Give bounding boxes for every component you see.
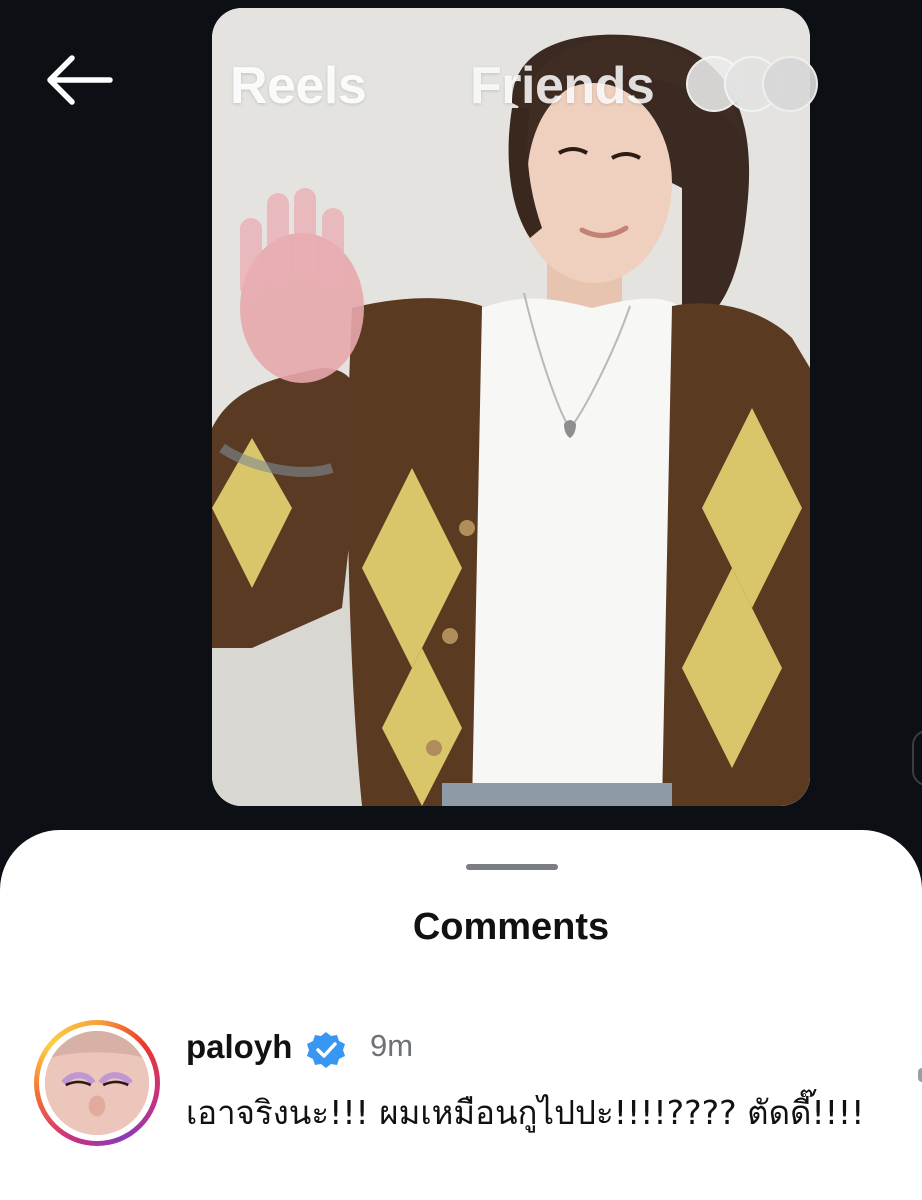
avatar-photo bbox=[45, 1031, 149, 1135]
reel-thumbnail-image bbox=[212, 8, 810, 806]
verified-badge-icon bbox=[307, 1032, 345, 1068]
comments-sheet: Comments paloyh 9m เอาจริงนะ!!! ผมเหมือน… bbox=[0, 830, 922, 1200]
reel-video[interactable] bbox=[212, 8, 810, 806]
arrow-left-icon bbox=[47, 55, 113, 105]
sheet-grabber[interactable] bbox=[466, 864, 558, 870]
tab-friends[interactable]: Friends bbox=[470, 56, 655, 116]
next-reel-peek bbox=[912, 730, 922, 786]
friend-avatars[interactable] bbox=[686, 56, 836, 112]
comment-time: 9m bbox=[370, 1028, 414, 1063]
back-button[interactable] bbox=[40, 50, 120, 114]
comment-username[interactable]: paloyh bbox=[186, 1028, 292, 1066]
tab-reels[interactable]: Reels bbox=[230, 56, 367, 116]
sheet-title: Comments bbox=[412, 906, 610, 948]
like-button-peek[interactable] bbox=[918, 1068, 922, 1082]
commenter-avatar[interactable] bbox=[34, 1020, 160, 1146]
reels-viewer: Reels Friends bbox=[0, 0, 922, 840]
friend-avatar bbox=[762, 56, 818, 112]
comment-text: เอาจริงนะ!!! ผมเหมือนกูไปปะ!!!!???? ตัดด… bbox=[186, 1093, 865, 1132]
